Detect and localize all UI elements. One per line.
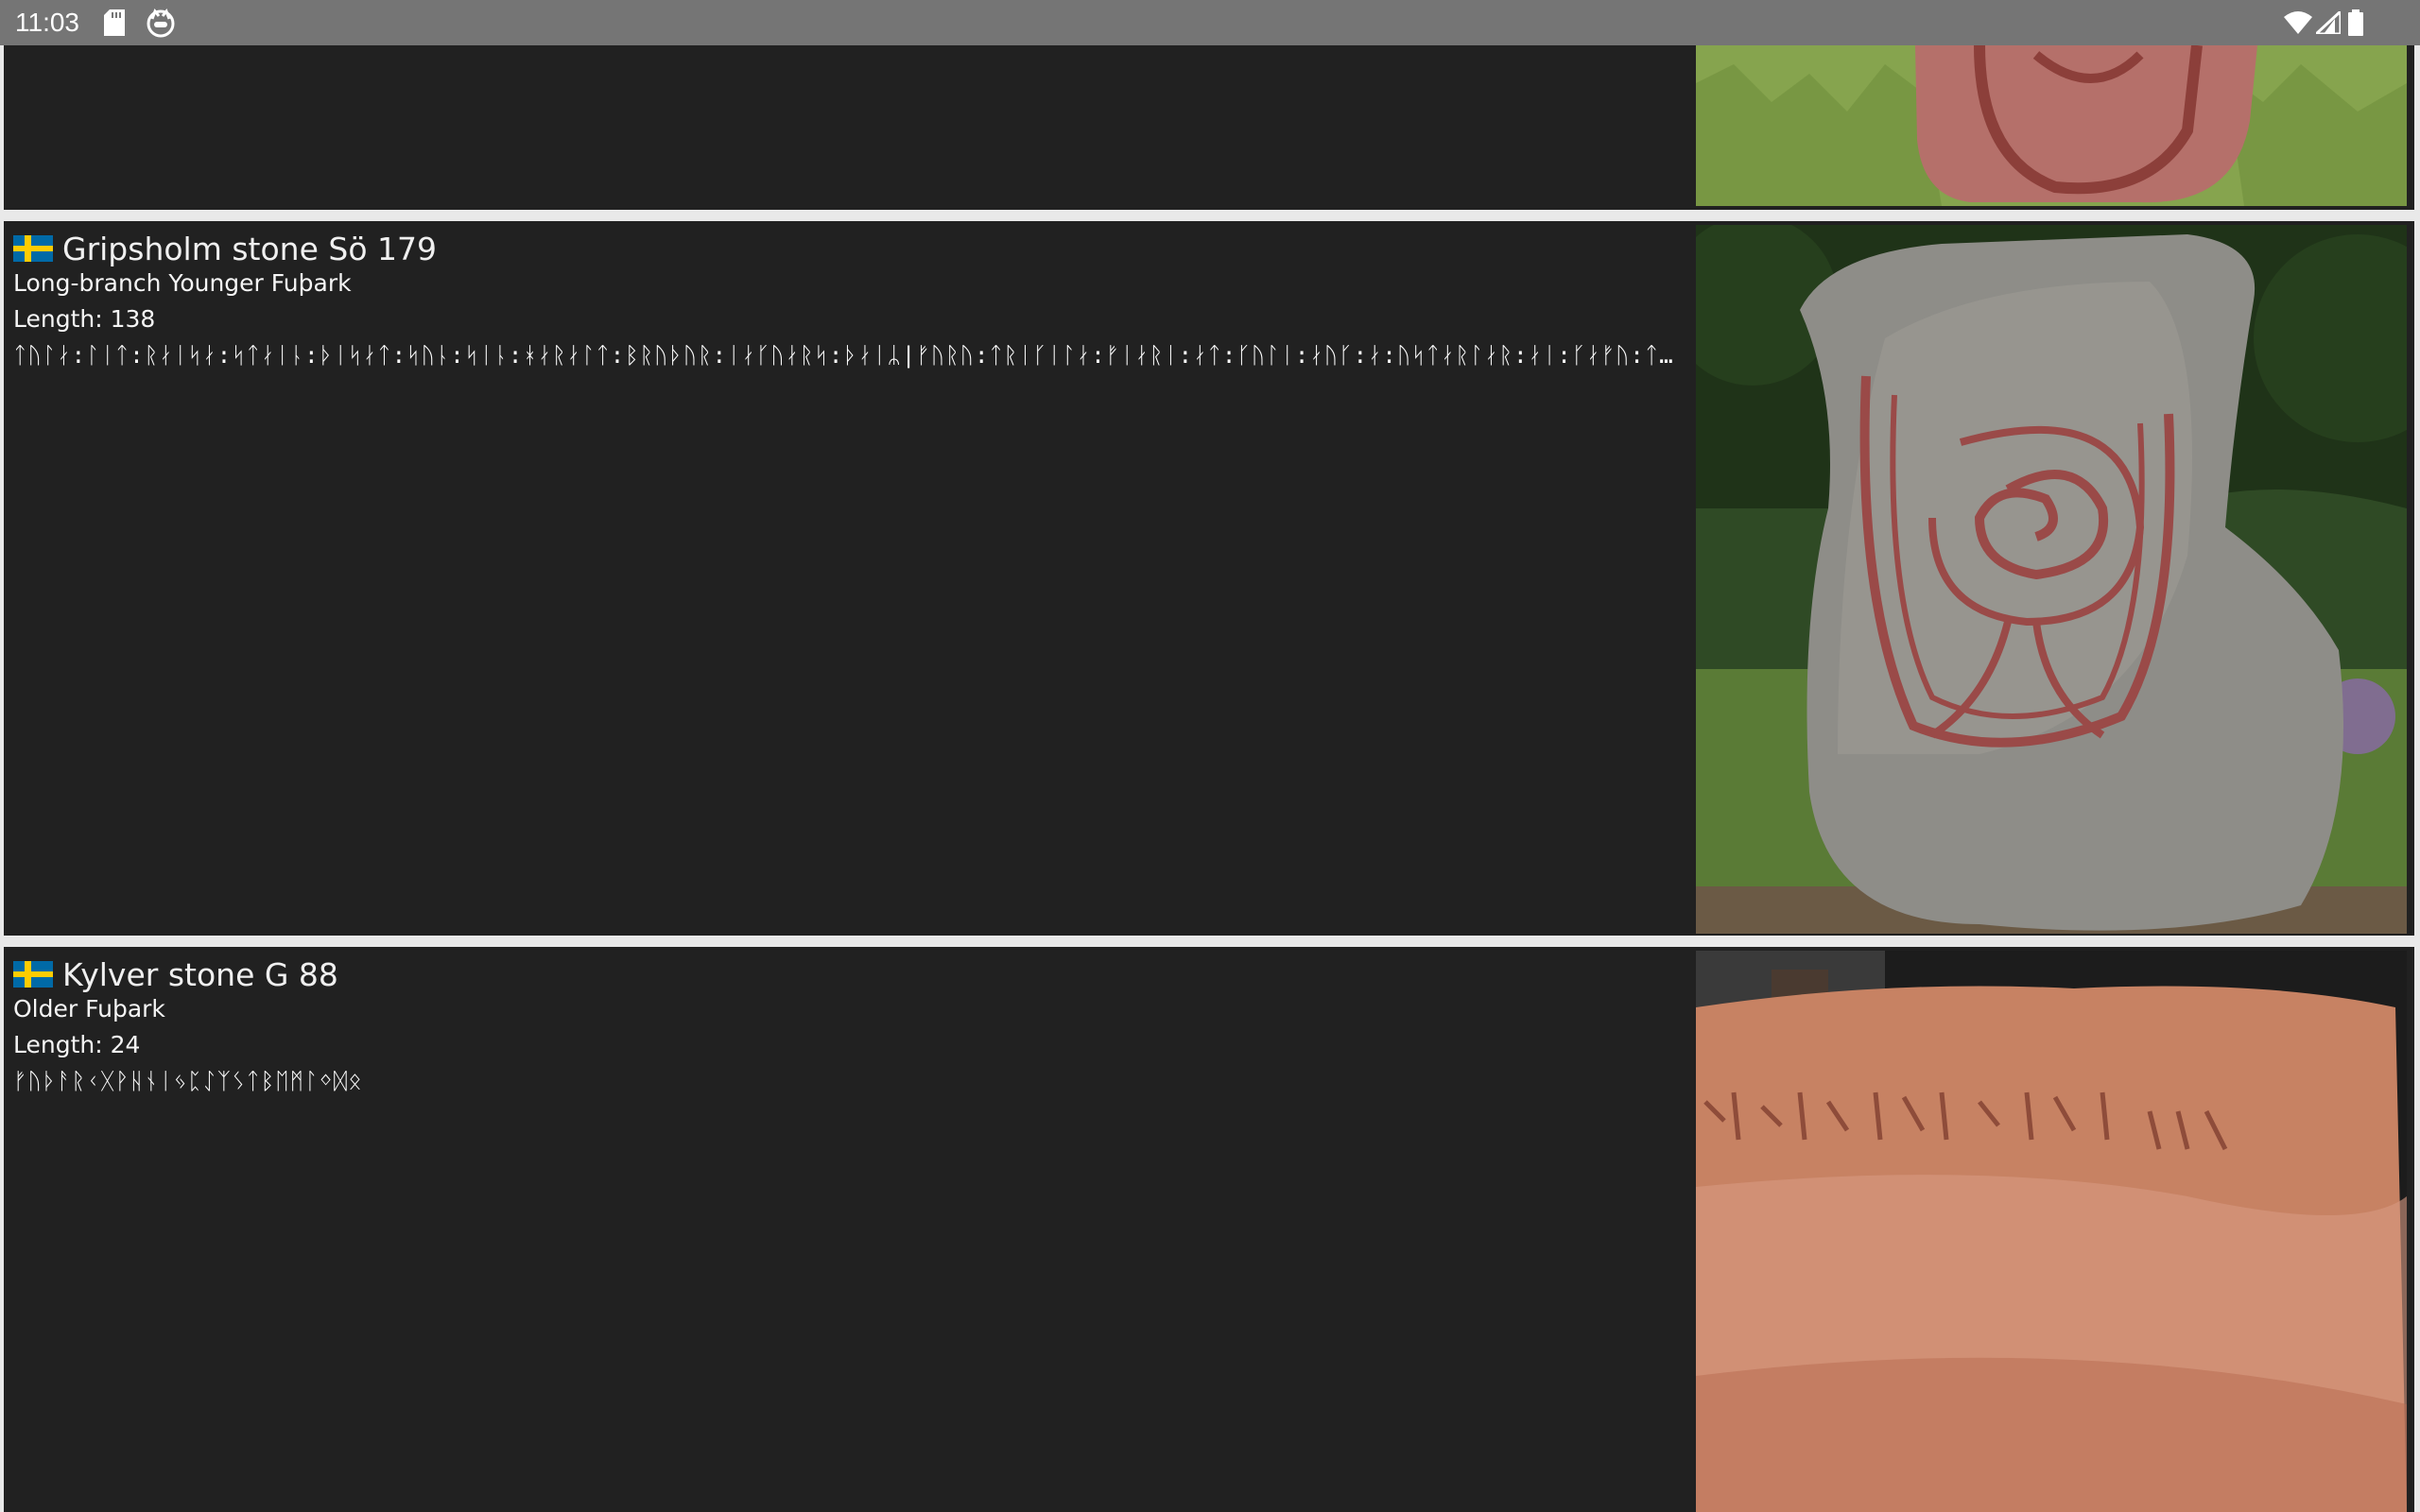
card-title: Kylver stone G 88 [13,956,338,994]
rune-stone-photo [1696,45,2407,206]
rune-stone-photo [1696,951,2407,1512]
rune-stone-photo [1696,225,2407,934]
rune-text: ᛏᚢᛚᛅ:ᛚᛁᛏ:ᚱᛅᛁᛋᛅ:ᛋᛏᛅᛁᚿ:ᚦᛁᛋᛅᛏ:ᛋᚢᚿ:ᛋᛁᚿ:ᚼᛅᚱᛅᛚ… [13,342,1677,369]
status-bar: 11:03 [0,0,2420,45]
length-label: Length: 138 [13,305,156,333]
script-type: Long-branch Younger Fuþark [13,269,352,297]
rune-card[interactable]: Kylver stone G 88 Older Fuþark Length: 2… [4,947,2414,1512]
cat-icon [147,9,175,38]
sweden-flag-icon [13,234,53,262]
stone-name: Gripsholm stone Sö 179 [62,231,437,267]
rune-text: ᚠᚢᚦᚨᚱᚲᚷᚹᚺᚾᛁᛃᛈᛇᛉᛊᛏᛒᛖᛗᛚᛜᛞᛟ [13,1068,363,1094]
signal-icon [2316,11,2341,34]
card-title: Gripsholm stone Sö 179 [13,231,437,268]
rune-card[interactable]: Gripsholm stone Sö 179 Long-branch Young… [4,221,2414,936]
sweden-flag-icon [13,960,53,988]
script-type: Older Fuþark [13,995,165,1022]
battery-icon [2348,9,2363,36]
wifi-icon [2284,11,2312,34]
status-time: 11:03 [15,8,79,37]
stone-name: Kylver stone G 88 [62,956,338,993]
length-label: Length: 24 [13,1031,141,1058]
sd-card-icon [104,9,125,36]
rune-card[interactable] [4,45,2414,210]
